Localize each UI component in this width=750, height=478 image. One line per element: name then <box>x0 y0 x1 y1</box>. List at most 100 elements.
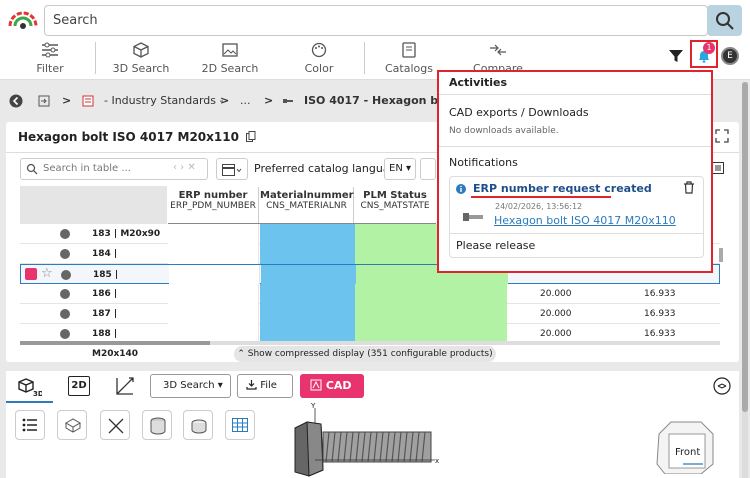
funnel-icon[interactable] <box>668 48 684 64</box>
table-row[interactable]: 186 | M20x120 20.000 16.933 <box>20 284 720 319</box>
row-label: 185 | M20x110 <box>93 270 139 300</box>
notification-underline <box>471 196 611 198</box>
notifications-heading: Notifications <box>449 156 518 169</box>
search-icon <box>26 163 38 175</box>
compressed-display-toggle[interactable]: ⌃ Show compressed display (351 configura… <box>234 346 496 362</box>
back-icon[interactable] <box>9 94 23 108</box>
dimension-tool-button[interactable] <box>183 410 213 440</box>
cad-marker-icon <box>25 268 37 280</box>
copy-icon[interactable] <box>246 131 256 142</box>
column-header-materialnummer[interactable]: Materialnummer CNS_MATERIALNR <box>260 187 354 223</box>
cube-3d-icon: 3D <box>18 378 42 397</box>
breadcrumb-industry-standards[interactable]: - Industry Standards - <box>104 94 223 107</box>
materialnummer-cell[interactable] <box>260 304 355 324</box>
scrollbar-thumb[interactable] <box>20 341 210 345</box>
color-button[interactable]: Color <box>298 40 340 80</box>
value-cell: 16.933 <box>644 309 676 319</box>
notifications-button[interactable]: 1 <box>690 40 718 68</box>
value-cell: 20.000 <box>540 309 572 319</box>
divider <box>450 233 703 234</box>
info-icon <box>456 184 466 194</box>
cube-icon <box>133 42 149 58</box>
erp-number-cell[interactable] <box>168 304 259 324</box>
bolt-3d-model[interactable]: Y x <box>285 400 455 478</box>
top-bar: Search <box>0 0 750 40</box>
popup-title: Activities <box>449 76 508 89</box>
rotate-icon[interactable] <box>713 377 731 395</box>
breadcrumb-separator: > <box>220 94 230 107</box>
table-row[interactable]: 187 | M20x130 20.000 16.933 <box>20 304 720 339</box>
materialnummer-cell[interactable] <box>260 284 355 304</box>
page-scrollbar-thumb[interactable] <box>742 82 748 412</box>
palette-icon <box>311 42 327 58</box>
list-view-icon[interactable] <box>712 162 724 174</box>
erp-number-cell[interactable] <box>168 284 259 304</box>
plm-status-cell[interactable] <box>355 304 507 324</box>
favorite-star-icon[interactable]: ☆ <box>41 266 53 281</box>
avatar[interactable]: E <box>721 47 739 65</box>
erp-number-cell[interactable] <box>168 244 259 264</box>
horizontal-scrollbar[interactable] <box>20 341 720 345</box>
activities-popup: Activities CAD exports / Downloads No do… <box>437 70 723 273</box>
search-nav-icon[interactable]: ‹ › ✕ <box>173 162 196 173</box>
search2d-button[interactable]: 2D Search <box>200 40 260 80</box>
trash-icon[interactable] <box>683 181 695 194</box>
search3d-dropdown[interactable]: 3D Search ▾ <box>150 374 231 398</box>
erp-number-cell[interactable] <box>168 224 259 244</box>
tab-2d[interactable]: 2D <box>68 376 90 396</box>
cad-button[interactable]: CAD <box>300 374 364 398</box>
status-dot <box>60 309 70 319</box>
materialnummer-cell[interactable] <box>261 265 356 285</box>
column-subtitle: ERP_PDM_NUMBER <box>170 201 256 211</box>
login-icon[interactable] <box>38 95 50 107</box>
row-header-corner <box>20 186 167 224</box>
column-header-plm-status[interactable]: PLM Status CNS_MATSTATE <box>355 187 435 223</box>
angle-tool-button[interactable] <box>100 410 130 440</box>
materialnummer-cell[interactable] <box>260 224 355 244</box>
divider <box>439 94 711 95</box>
wireframe-tool-button[interactable] <box>57 410 87 440</box>
measure-icon[interactable] <box>114 375 136 397</box>
notification-product-link[interactable]: Hexagon bolt ISO 4017 M20x110 <box>494 214 676 227</box>
tab-3d[interactable]: 3D <box>6 371 53 403</box>
table-search-input[interactable]: Search in table ... ‹ › ✕ <box>20 158 208 180</box>
column-header-erp[interactable]: ERP number ERP_PDM_NUMBER <box>168 187 259 223</box>
table-tool-button[interactable] <box>225 410 255 440</box>
search-placeholder: Search <box>53 13 98 28</box>
filter-button[interactable]: Filter <box>30 40 70 80</box>
column-subtitle: CNS_MATSTATE <box>360 201 430 211</box>
notification-card[interactable]: ERP number request created 24/02/2026, 1… <box>449 176 704 258</box>
section-tool-button[interactable] <box>142 410 172 440</box>
image-icon <box>222 43 238 57</box>
divider <box>364 42 365 74</box>
popup-scrollbar[interactable] <box>719 248 723 262</box>
search-icon <box>716 12 734 30</box>
plm-status-cell[interactable] <box>355 284 507 304</box>
column-title: PLM Status <box>363 190 427 201</box>
status-dot <box>60 249 70 259</box>
notification-date: 24/02/2026, 13:56:12 <box>495 202 583 211</box>
search-button[interactable] <box>707 5 742 36</box>
axis-y-label: Y <box>310 402 316 410</box>
bolt-icon <box>283 99 293 103</box>
search-input[interactable]: Search <box>44 5 708 36</box>
page-scrollbar[interactable] <box>742 82 748 478</box>
list-tool-button[interactable] <box>15 410 45 440</box>
status-dot <box>60 329 70 339</box>
language-select[interactable]: EN ▾ <box>384 158 416 180</box>
erp-number-cell[interactable] <box>169 265 260 285</box>
catalogs-button[interactable]: Catalogs <box>384 40 434 80</box>
no-downloads-text: No downloads available. <box>449 126 559 136</box>
bolt-thumbnail-icon <box>463 213 483 221</box>
search3d-button[interactable]: 3D Search <box>110 40 172 80</box>
materialnummer-cell[interactable] <box>260 244 355 264</box>
breadcrumb-ellipsis[interactable]: ... <box>240 94 251 107</box>
table-filter-button[interactable] <box>420 158 436 180</box>
columns-button[interactable] <box>216 158 248 180</box>
search3d-label: 3D Search <box>112 62 170 75</box>
file-button[interactable]: File <box>237 374 293 398</box>
expand-icon[interactable] <box>714 128 730 144</box>
compressed-label: Show compressed display (351 configurabl… <box>247 349 493 359</box>
catalog-icon <box>402 42 416 58</box>
view-cube[interactable]: Front <box>655 420 717 474</box>
